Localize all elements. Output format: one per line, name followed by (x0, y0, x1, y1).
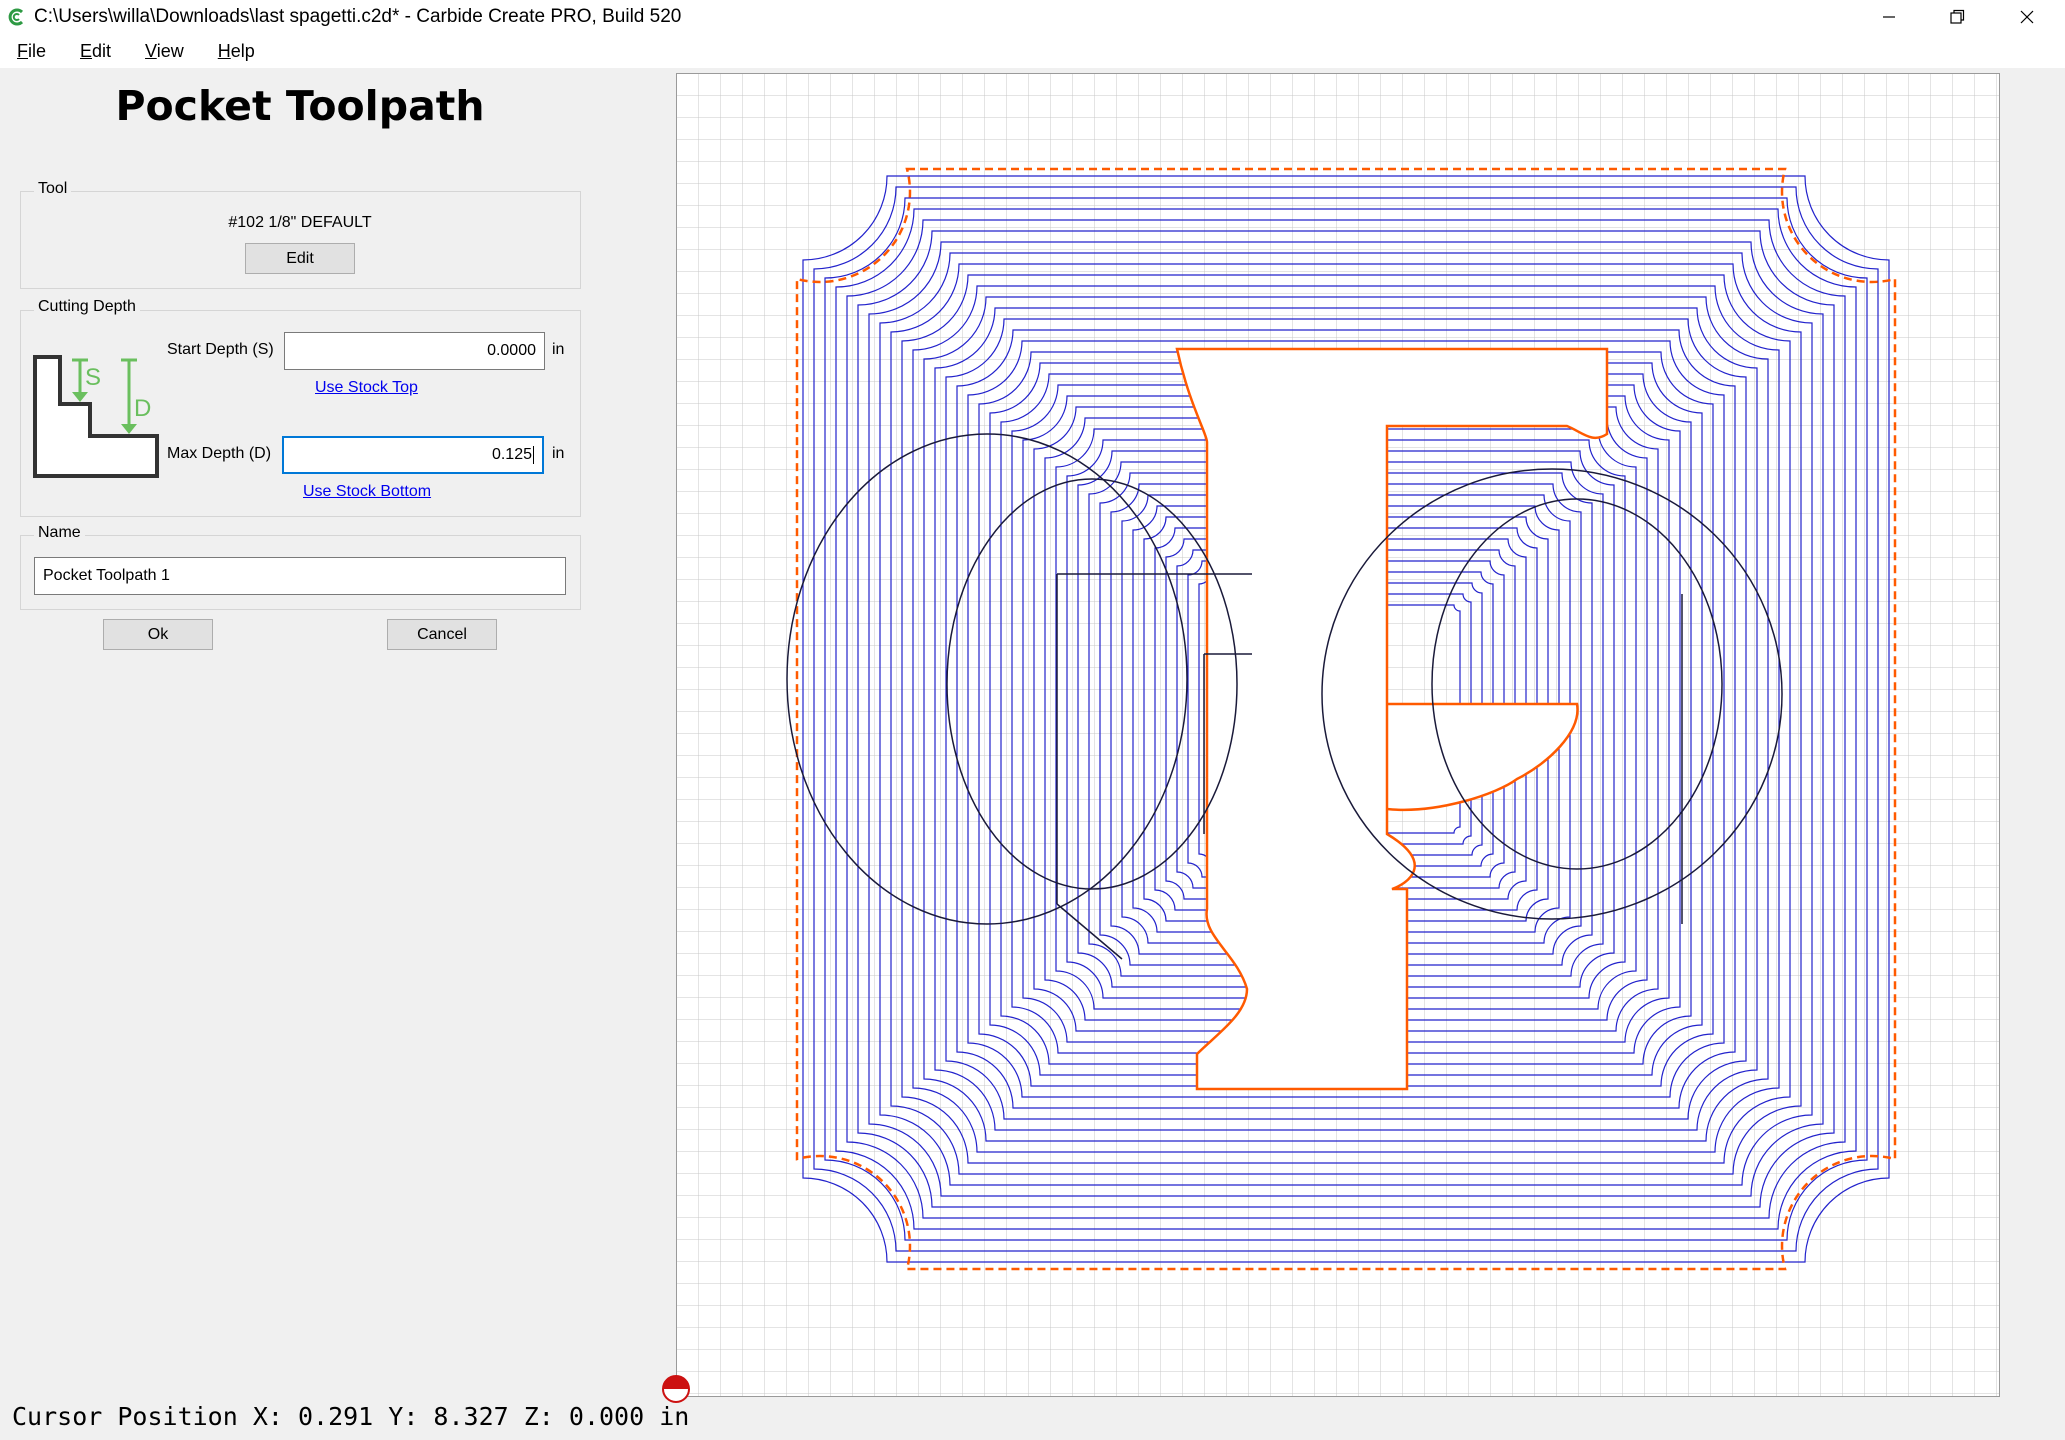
tool-group (20, 191, 581, 289)
minimize-icon (1883, 16, 1895, 18)
carbide-create-icon (8, 8, 24, 26)
ok-button[interactable]: Ok (103, 619, 213, 650)
title-bar: C:\Users\willa\Downloads\last spagetti.c… (0, 0, 2065, 34)
cancel-button[interactable]: Cancel (387, 619, 497, 650)
cutting-depth-label: Cutting Depth (34, 298, 140, 316)
max-depth-unit: in (552, 445, 565, 462)
text-caret (533, 446, 534, 464)
name-group-label: Name (34, 524, 85, 542)
use-stock-bottom-link[interactable]: Use Stock Bottom (303, 483, 431, 501)
cursor-position-status: Cursor Position X: 0.291 Y: 8.327 Z: 0.0… (12, 1402, 690, 1431)
depth-diagram: S D (32, 354, 162, 480)
diagram-s-label: S (85, 364, 101, 391)
toolpath-name-input[interactable]: Pocket Toolpath 1 (34, 557, 566, 595)
menu-help[interactable]: Help (201, 41, 272, 62)
minimize-button[interactable] (1855, 0, 1923, 34)
menu-edit[interactable]: Edit (63, 41, 128, 62)
edit-tool-button[interactable]: Edit (245, 243, 355, 274)
restore-button[interactable] (1923, 0, 1991, 34)
menu-bar: File Edit View Help (0, 34, 2065, 68)
window-title: C:\Users\willa\Downloads\last spagetti.c… (34, 6, 682, 27)
max-depth-input[interactable]: 0.125 (282, 436, 544, 474)
restore-icon (1950, 9, 1965, 24)
panel-heading: Pocket Toolpath (115, 82, 485, 130)
max-depth-label: Max Depth (D) (167, 445, 272, 462)
menu-file[interactable]: File (0, 41, 63, 62)
use-stock-top-link[interactable]: Use Stock Top (315, 379, 418, 397)
origin-icon (662, 1375, 690, 1403)
diagram-d-label: D (134, 395, 151, 422)
tool-name: #102 1/8" DEFAULT (228, 214, 372, 231)
start-depth-label: Start Depth (S) (167, 341, 274, 358)
start-depth-unit: in (552, 341, 565, 358)
close-icon (2020, 10, 2034, 24)
tool-group-label: Tool (34, 180, 72, 198)
close-button[interactable] (1993, 0, 2061, 34)
start-depth-input[interactable]: 0.0000 (284, 332, 545, 370)
menu-view[interactable]: View (128, 41, 201, 62)
design-canvas[interactable] (662, 73, 2000, 1403)
